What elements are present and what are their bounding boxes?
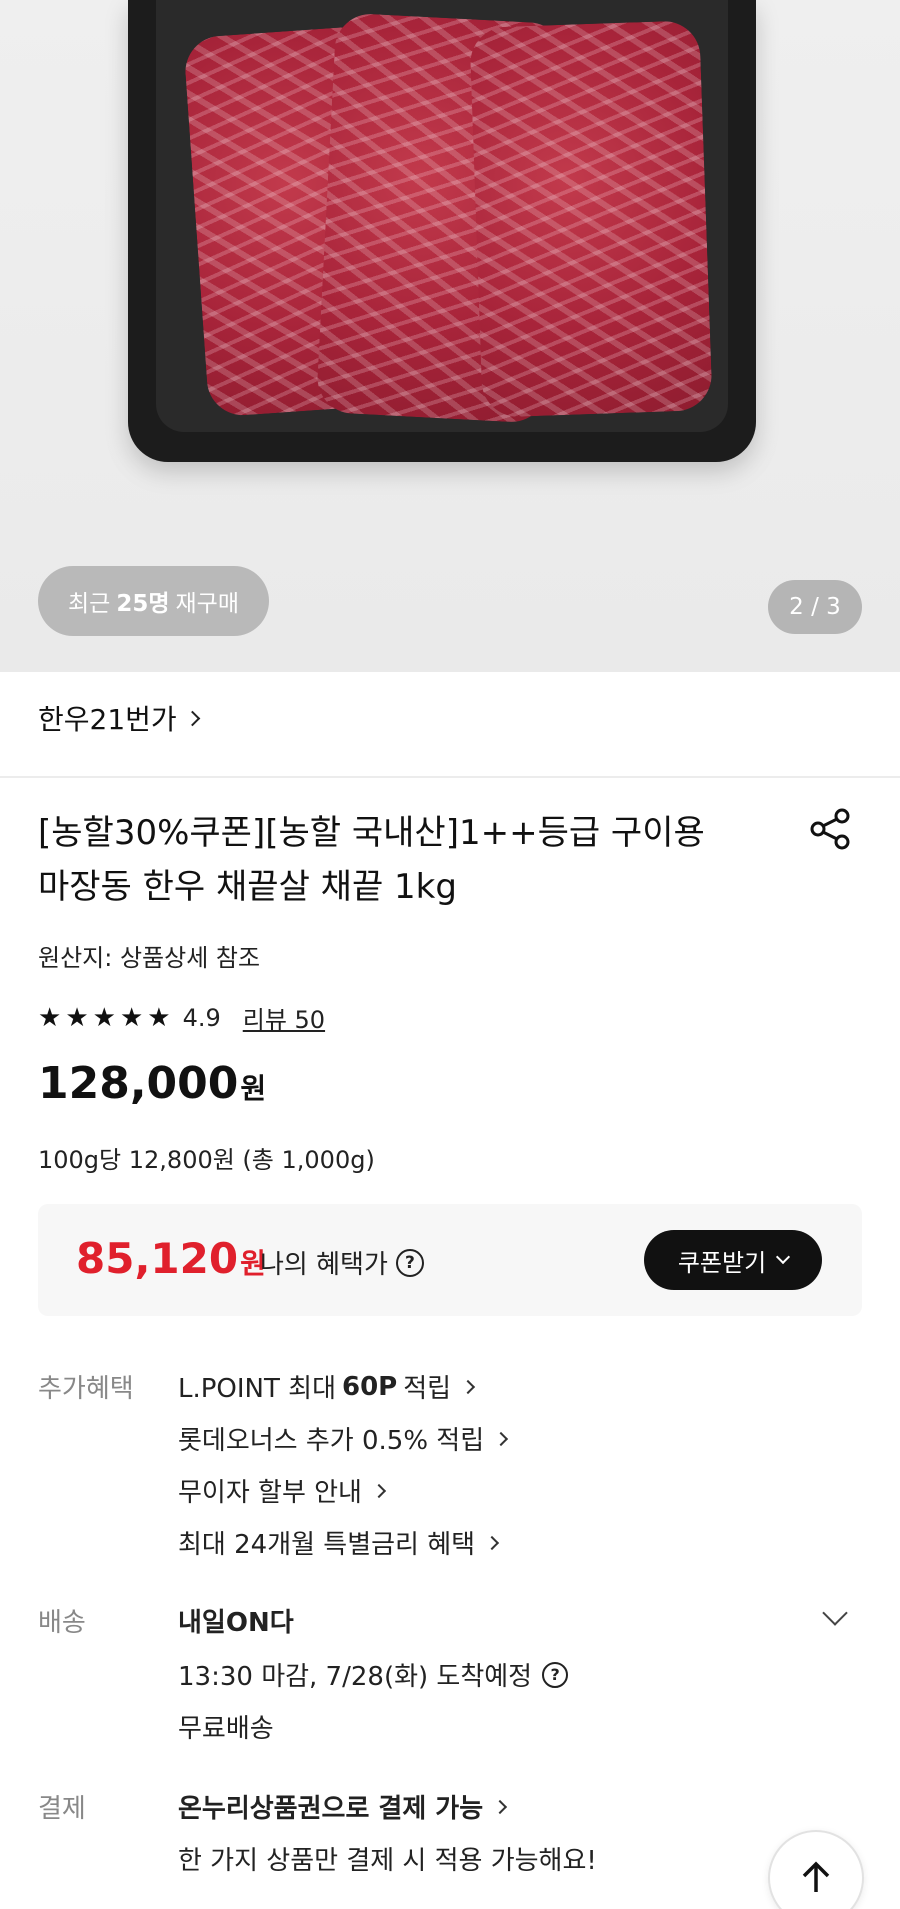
share-icon[interactable] (808, 806, 854, 852)
benefit-price-box: 85,120 원 나의 혜택가 ? 쿠폰받기 (38, 1204, 862, 1316)
chevron-right-icon (493, 1799, 508, 1814)
chevron-down-icon (776, 1249, 791, 1265)
question-circle-icon[interactable]: ? (542, 1661, 569, 1688)
benefit-price: 85,120 원 (76, 1234, 266, 1283)
rebuy-badge: 최근 25명 재구매 (38, 566, 269, 636)
store-name: 한우21번가 (38, 703, 177, 736)
product-price: 128,000 원 (38, 1058, 267, 1109)
product-photo-tray (128, 0, 756, 462)
divider (0, 776, 900, 778)
gallery-page-indicator: 2 / 3 (768, 580, 862, 634)
rating-row: ★ ★ ★ ★ ★ 4.9 리뷰 50 (38, 1000, 325, 1035)
special-rate-link[interactable]: 최대 24개월 특별금리 혜택 (178, 1524, 500, 1561)
arrow-up-icon (802, 1861, 830, 1892)
question-circle-icon[interactable]: ? (395, 1248, 424, 1277)
unit-price: 100g당 12,800원 (총 1,000g) (38, 1146, 375, 1174)
lpoint-benefit-link[interactable]: L.POINT 최대 60P 적립 (178, 1368, 476, 1405)
star-icon: ★ (65, 1002, 89, 1033)
chevron-right-icon (494, 1431, 509, 1446)
review-link[interactable]: 리뷰 50 (243, 1000, 325, 1035)
extra-benefits-label: 추가혜택 (38, 1374, 134, 1404)
chevron-down-icon[interactable] (822, 1600, 848, 1626)
shipping-title: 내일ON다 (178, 1608, 294, 1638)
shipping-fee: 무료배송 (178, 1714, 274, 1744)
payment-label: 결제 (38, 1794, 86, 1824)
product-photo-meat (469, 20, 713, 418)
scroll-top-button[interactable] (768, 1830, 864, 1909)
star-icon: ★ (147, 1002, 171, 1033)
chevron-right-icon (461, 1379, 476, 1394)
product-image-gallery[interactable]: 최근 25명 재구매 2 / 3 (0, 0, 900, 672)
payment-note: 한 가지 상품만 결제 시 적용 가능해요! (178, 1846, 597, 1876)
chevron-right-icon (184, 710, 200, 726)
chevron-right-icon (485, 1535, 500, 1550)
product-title: [농할30%쿠폰][농할 국내산]1++등급 구이용 마장동 한우 채끝살 채끝… (38, 813, 705, 907)
star-icon: ★ (38, 1002, 62, 1033)
installment-info-link[interactable]: 무이자 할부 안내 (178, 1472, 387, 1509)
store-link[interactable]: 한우21번가 (38, 698, 200, 738)
chevron-right-icon (371, 1483, 387, 1498)
shipping-label: 배송 (38, 1608, 86, 1638)
benefit-label: 나의 혜택가 ? (260, 1244, 424, 1281)
coupon-download-button[interactable]: 쿠폰받기 (644, 1230, 822, 1290)
rating-value: 4.9 (182, 1003, 221, 1032)
star-icon: ★ (92, 1002, 116, 1033)
payment-voucher-link[interactable]: 온누리상품권으로 결제 가능 (178, 1788, 508, 1825)
origin-info: 원산지: 상품상세 참조 (38, 944, 261, 972)
shipping-eta: 13:30 마감, 7/28(화) 도착예정 ? (178, 1656, 569, 1693)
star-icon: ★ (119, 1002, 144, 1033)
lotte-owners-benefit-link[interactable]: 롯데오너스 추가 0.5% 적립 (178, 1420, 509, 1457)
